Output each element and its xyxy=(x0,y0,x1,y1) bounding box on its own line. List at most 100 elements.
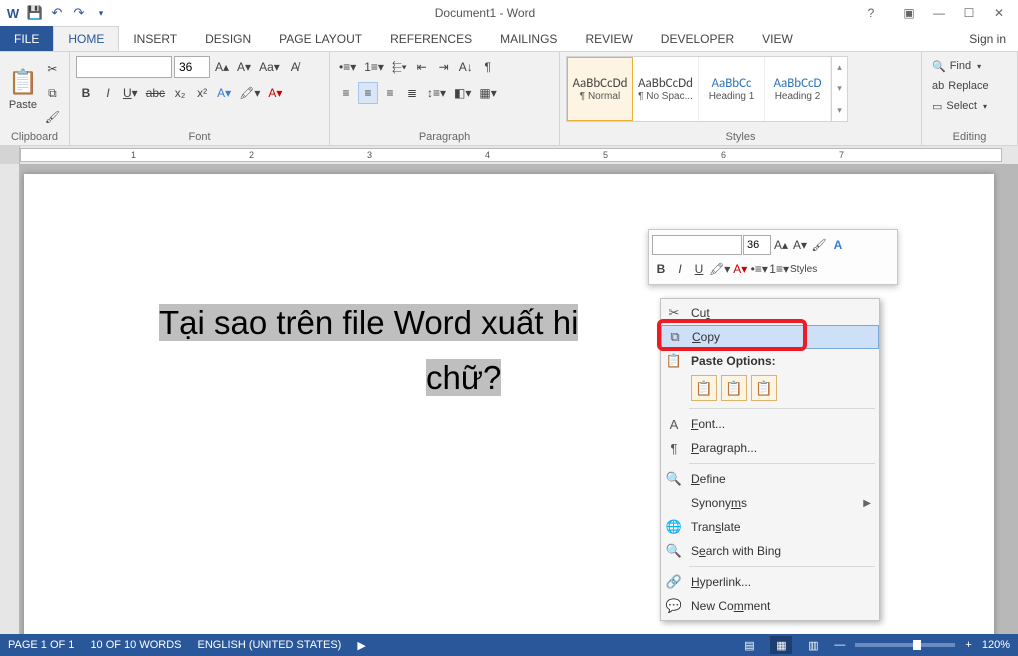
document-text-line2[interactable]: chữ? xyxy=(426,359,501,398)
strikethrough-button[interactable]: abc xyxy=(143,82,168,104)
zoom-out-icon[interactable]: — xyxy=(834,639,845,651)
clear-formatting-icon[interactable]: A̸ xyxy=(285,56,305,78)
ctx-copy[interactable]: ⧉ Copy xyxy=(661,325,879,349)
underline-button[interactable]: U▾ xyxy=(120,82,141,104)
multilevel-icon[interactable]: ⬱▾ xyxy=(389,56,410,78)
status-language[interactable]: ENGLISH (UNITED STATES) xyxy=(198,639,342,651)
undo-icon[interactable]: ↶ xyxy=(48,4,66,22)
mini-highlight-icon[interactable]: 🖍▾ xyxy=(709,259,730,279)
style-heading-1[interactable]: AaBbCc Heading 1 xyxy=(699,57,765,121)
redo-icon[interactable]: ↷ xyxy=(70,4,88,22)
document-text[interactable]: Tại sao trên file Word xuất hint xyxy=(159,304,746,343)
vertical-ruler[interactable] xyxy=(0,164,20,634)
tab-view[interactable]: VIEW xyxy=(748,26,807,51)
copy-icon[interactable]: ⧉ xyxy=(42,82,63,104)
justify-icon[interactable]: ≣ xyxy=(402,82,422,104)
tab-developer[interactable]: DEVELOPER xyxy=(647,26,748,51)
increase-indent-icon[interactable]: ⇥ xyxy=(434,56,454,78)
shrink-font-icon[interactable]: A▾ xyxy=(234,56,254,78)
minimize-icon[interactable]: — xyxy=(924,3,954,23)
ctx-search-bing[interactable]: 🔍 Search with Bing xyxy=(661,539,879,563)
ctx-paragraph[interactable]: ¶ Paragraph... xyxy=(661,436,879,460)
styles-gallery[interactable]: AaBbCcDd ¶ Normal AaBbCcDd ¶ No Spac... … xyxy=(566,56,848,122)
replace-button[interactable]: abReplace xyxy=(928,76,993,96)
help-icon[interactable]: ? xyxy=(856,3,886,23)
horizontal-ruler[interactable]: 1 2 3 4 5 6 7 xyxy=(20,148,1002,162)
zoom-in-icon[interactable]: + xyxy=(965,639,971,651)
ctx-hyperlink[interactable]: 🔗 Hyperlink... xyxy=(661,570,879,594)
tab-design[interactable]: DESIGN xyxy=(191,26,265,51)
style-normal[interactable]: AaBbCcDd ¶ Normal xyxy=(567,57,633,121)
subscript-button[interactable]: x₂ xyxy=(170,82,190,104)
status-macro-icon[interactable]: ▶ xyxy=(357,639,365,652)
zoom-level[interactable]: 120% xyxy=(982,639,1010,651)
decrease-indent-icon[interactable]: ⇤ xyxy=(412,56,432,78)
align-center-icon[interactable]: ≡ xyxy=(358,82,378,104)
tab-references[interactable]: REFERENCES xyxy=(376,26,486,51)
qat-customize-icon[interactable]: ▾ xyxy=(92,4,110,22)
close-icon[interactable]: ✕ xyxy=(984,3,1014,23)
tab-home[interactable]: HOME xyxy=(53,26,119,51)
bullets-icon[interactable]: •≡▾ xyxy=(336,56,359,78)
font-color-icon[interactable]: A▾ xyxy=(265,82,285,104)
mini-font-size[interactable] xyxy=(743,235,771,255)
ctx-synonyms[interactable]: Synonyms ▶ xyxy=(661,491,879,515)
align-right-icon[interactable]: ≡ xyxy=(380,82,400,104)
paste-button[interactable]: 📋 Paste xyxy=(6,56,40,122)
mini-underline[interactable]: U xyxy=(690,259,708,279)
save-icon[interactable]: 💾 xyxy=(26,4,44,22)
ctx-font[interactable]: A Font... xyxy=(661,412,879,436)
tab-file[interactable]: FILE xyxy=(0,26,53,51)
status-word-count[interactable]: 10 OF 10 WORDS xyxy=(90,639,181,651)
ctx-new-comment[interactable]: 💬 New Comment xyxy=(661,594,879,618)
font-size-combo[interactable] xyxy=(174,56,210,78)
style-heading-2[interactable]: AaBbCcD Heading 2 xyxy=(765,57,831,121)
sort-icon[interactable]: A↓ xyxy=(456,56,476,78)
style-no-spacing[interactable]: AaBbCcDd ¶ No Spac... xyxy=(633,57,699,121)
view-web-icon[interactable]: ▥ xyxy=(802,636,824,654)
mini-styles-icon[interactable]: A xyxy=(829,235,847,255)
mini-styles-label[interactable]: Styles xyxy=(790,259,817,279)
styles-scroll-up-icon[interactable]: ▴ xyxy=(832,62,847,73)
format-painter-icon[interactable]: 🖌 xyxy=(42,106,63,128)
ctx-translate[interactable]: 🌐 Translate xyxy=(661,515,879,539)
mini-numbering-icon[interactable]: 1≡▾ xyxy=(769,259,789,279)
document-page[interactable]: A▴ A▾ 🖌 A B I U 🖍▾ A▾ •≡▾ 1≡▾ Styles Tại… xyxy=(24,174,994,634)
show-marks-icon[interactable]: ¶ xyxy=(478,56,498,78)
mini-font-color-icon[interactable]: A▾ xyxy=(731,259,749,279)
ribbon-display-icon[interactable]: ▣ xyxy=(894,3,924,23)
status-page[interactable]: PAGE 1 OF 1 xyxy=(8,639,74,651)
tab-review[interactable]: REVIEW xyxy=(571,26,646,51)
styles-scroll-down-icon[interactable]: ▾ xyxy=(832,83,847,94)
ctx-cut[interactable]: ✂ Cut xyxy=(661,301,879,325)
paste-keep-formatting-icon[interactable]: 📋 xyxy=(691,375,717,401)
line-spacing-icon[interactable]: ↕≡▾ xyxy=(424,82,449,104)
highlight-icon[interactable]: 🖍▾ xyxy=(236,82,263,104)
align-left-icon[interactable]: ≡ xyxy=(336,82,356,104)
zoom-slider[interactable] xyxy=(855,643,955,647)
ctx-define[interactable]: 🔍 Define xyxy=(661,467,879,491)
italic-button[interactable]: I xyxy=(98,82,118,104)
borders-icon[interactable]: ▦▾ xyxy=(476,82,499,104)
mini-shrink-font-icon[interactable]: A▾ xyxy=(791,235,809,255)
bold-button[interactable]: B xyxy=(76,82,96,104)
superscript-button[interactable]: x² xyxy=(192,82,212,104)
maximize-icon[interactable]: ☐ xyxy=(954,3,984,23)
sign-in-link[interactable]: Sign in xyxy=(957,26,1018,51)
tab-mailings[interactable]: MAILINGS xyxy=(486,26,571,51)
shading-icon[interactable]: ◧▾ xyxy=(451,82,474,104)
mini-font-family[interactable] xyxy=(652,235,742,255)
mini-format-painter-icon[interactable]: 🖌 xyxy=(810,235,828,255)
find-button[interactable]: 🔍Find▾ xyxy=(928,56,993,76)
mini-bold[interactable]: B xyxy=(652,259,670,279)
cut-icon[interactable]: ✂ xyxy=(42,58,63,80)
numbering-icon[interactable]: 1≡▾ xyxy=(361,56,387,78)
font-family-combo[interactable] xyxy=(76,56,172,78)
select-button[interactable]: ▭Select▾ xyxy=(928,96,993,116)
grow-font-icon[interactable]: A▴ xyxy=(212,56,232,78)
tab-insert[interactable]: INSERT xyxy=(119,26,191,51)
change-case-icon[interactable]: Aa▾ xyxy=(256,56,283,78)
tab-page-layout[interactable]: PAGE LAYOUT xyxy=(265,26,376,51)
paste-merge-formatting-icon[interactable]: 📋 xyxy=(721,375,747,401)
paste-text-only-icon[interactable]: 📋 xyxy=(751,375,777,401)
